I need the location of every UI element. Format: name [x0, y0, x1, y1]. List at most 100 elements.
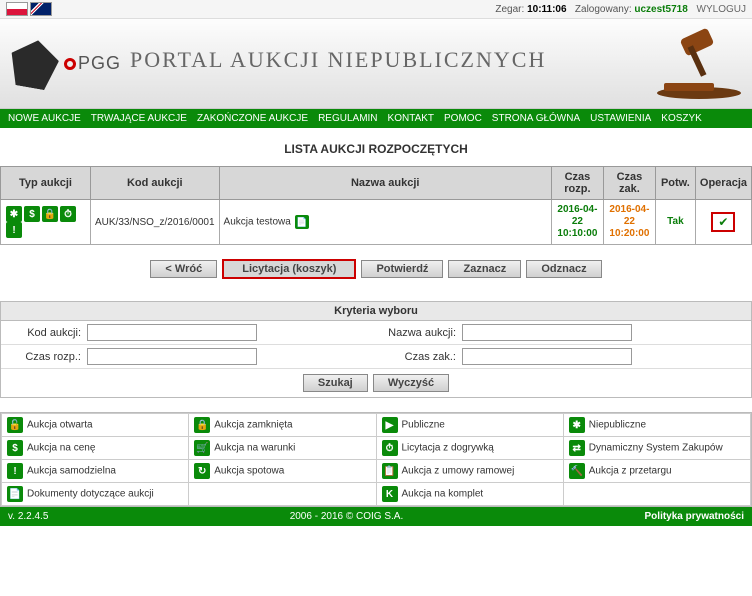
- legend: 🔓Aukcja otwarta🔒Aukcja zamknięta▶Publicz…: [0, 412, 752, 507]
- action-buttons: < Wróć Licytacja (koszyk) Potwierdź Zazn…: [0, 253, 752, 297]
- nav-ustawienia[interactable]: USTAWIENIA: [590, 113, 651, 124]
- col-rozp: Czas rozp.: [551, 167, 603, 200]
- flag-pl-icon[interactable]: [6, 2, 28, 16]
- copyright: 2006 - 2016 © COIG S.A.: [48, 511, 644, 522]
- nazwa-label: Nazwa aukcji:: [382, 327, 462, 339]
- legend-icon: 📋: [382, 463, 398, 479]
- table-header-row: Typ aukcji Kod aukcji Nazwa aukcji Czas …: [1, 167, 752, 200]
- legend-cell: 📋 Aukcja z umowy ramowej: [376, 460, 563, 483]
- legend-icon: 📄: [7, 486, 23, 502]
- type-icon: ⏱: [60, 206, 76, 222]
- clock-label: Zegar:: [495, 4, 524, 15]
- select-checkbox[interactable]: ✔: [711, 212, 735, 232]
- legend-text: Licytacja z dogrywką: [402, 443, 494, 454]
- szukaj-button[interactable]: Szukaj: [303, 374, 368, 392]
- legend-icon: K: [382, 486, 398, 502]
- logout-link[interactable]: WYLOGUJ: [697, 4, 746, 15]
- legend-icon: 🛒: [194, 440, 210, 456]
- legend-text: Aukcja na warunki: [214, 443, 295, 454]
- legend-cell: ⏱ Licytacja z dogrywką: [376, 437, 563, 460]
- odznacz-button[interactable]: Odznacz: [526, 260, 601, 278]
- criteria-box: Kryteria wyboru Kod aukcji: Nazwa aukcji…: [0, 301, 752, 398]
- licytacja-button[interactable]: Licytacja (koszyk): [222, 259, 356, 279]
- col-nazwa: Nazwa aukcji: [219, 167, 551, 200]
- privacy-link[interactable]: Polityka prywatności: [645, 511, 744, 522]
- legend-cell: [189, 483, 376, 506]
- legend-icon: ▶: [382, 417, 398, 433]
- brand-name: PGG: [64, 53, 121, 74]
- zak-input[interactable]: [462, 348, 632, 365]
- cell-potw: Tak: [655, 200, 695, 245]
- cell-op: ✔: [695, 200, 751, 245]
- legend-cell: 📄 Dokumenty dotyczące aukcji: [2, 483, 189, 506]
- type-icon: !: [6, 222, 22, 238]
- legend-cell: ! Aukcja samodzielna: [2, 460, 189, 483]
- cell-type: ✱$🔒⏱!: [1, 200, 91, 245]
- legend-cell: K Aukcja na komplet: [376, 483, 563, 506]
- user-name: uczest5718: [634, 4, 687, 15]
- legend-cell: [563, 483, 750, 506]
- type-icon: $: [24, 206, 40, 222]
- legend-icon: 🔓: [7, 417, 23, 433]
- nav-regulamin[interactable]: REGULAMIN: [318, 113, 377, 124]
- footer: v. 2.2.4.5 2006 - 2016 © COIG S.A. Polit…: [0, 507, 752, 526]
- legend-icon: ⇄: [569, 440, 585, 456]
- back-button[interactable]: < Wróć: [150, 260, 217, 278]
- legend-text: Dokumenty dotyczące aukcji: [27, 489, 154, 500]
- legend-cell: ⇄ Dynamiczny System Zakupów: [563, 437, 750, 460]
- legend-text: Aukcja samodzielna: [27, 466, 116, 477]
- legend-icon: ⏱: [382, 440, 398, 456]
- version: v. 2.2.4.5: [8, 511, 48, 522]
- legend-icon: ✱: [569, 417, 585, 433]
- nav-trwajace[interactable]: TRWAJĄCE AUKCJE: [91, 113, 187, 124]
- nav-nowe[interactable]: NOWE AUKCJE: [8, 113, 81, 124]
- logo-icon: [6, 36, 62, 92]
- cell-rozp: 2016-04-22 10:10:00: [551, 200, 603, 245]
- banner: PGG PORTAL AUKCJI NIEPUBLICZNYCH: [0, 19, 752, 109]
- legend-text: Publiczne: [402, 420, 445, 431]
- main-nav: NOWE AUKCJE TRWAJĄCE AUKCJE ZAKOŃCZONE A…: [0, 109, 752, 128]
- portal-title: PORTAL AUKCJI NIEPUBLICZNYCH: [130, 47, 546, 73]
- criteria-title: Kryteria wyboru: [1, 302, 751, 321]
- page-title: LISTA AUKCJI ROZPOCZĘTYCH: [0, 128, 752, 166]
- legend-cell: ▶ Publiczne: [376, 414, 563, 437]
- zak-label: Czas zak.:: [382, 351, 462, 363]
- col-zak: Czas zak.: [603, 167, 655, 200]
- col-typ: Typ aukcji: [1, 167, 91, 200]
- flag-uk-icon[interactable]: [30, 2, 52, 16]
- legend-text: Aukcja na komplet: [402, 489, 484, 500]
- legend-cell: 🔓 Aukcja otwarta: [2, 414, 189, 437]
- legend-icon: ↻: [194, 463, 210, 479]
- kod-label: Kod aukcji:: [7, 327, 87, 339]
- legend-icon: $: [7, 440, 23, 456]
- nav-zakonczone[interactable]: ZAKOŃCZONE AUKCJE: [197, 113, 308, 124]
- auction-table: Typ aukcji Kod aukcji Nazwa aukcji Czas …: [0, 166, 752, 245]
- kod-input[interactable]: [87, 324, 257, 341]
- nazwa-input[interactable]: [462, 324, 632, 341]
- legend-icon: 🔨: [569, 463, 585, 479]
- zaznacz-button[interactable]: Zaznacz: [448, 260, 521, 278]
- type-icon: ✱: [6, 206, 22, 222]
- col-op: Operacja: [695, 167, 751, 200]
- table-row: ✱$🔒⏱! AUK/33/NSO_z/2016/0001 Aukcja test…: [1, 200, 752, 245]
- doc-icon[interactable]: 📄: [295, 215, 309, 229]
- language-flags: [6, 2, 52, 16]
- nav-strona[interactable]: STRONA GŁÓWNA: [492, 113, 580, 124]
- legend-text: Aukcja z umowy ramowej: [402, 466, 515, 477]
- rozp-input[interactable]: [87, 348, 257, 365]
- nav-pomoc[interactable]: POMOC: [444, 113, 482, 124]
- gavel-icon: [644, 23, 744, 103]
- legend-text: Aukcja na cenę: [27, 443, 95, 454]
- potwierdz-button[interactable]: Potwierdź: [361, 260, 443, 278]
- legend-text: Aukcja spotowa: [214, 466, 284, 477]
- legend-text: Aukcja zamknięta: [214, 420, 292, 431]
- col-potw: Potw.: [655, 167, 695, 200]
- nav-kontakt[interactable]: KONTAKT: [388, 113, 434, 124]
- nav-koszyk[interactable]: KOSZYK: [661, 113, 702, 124]
- legend-cell: ↻ Aukcja spotowa: [189, 460, 376, 483]
- legend-text: Dynamiczny System Zakupów: [589, 443, 723, 454]
- wyczysc-button[interactable]: Wyczyść: [373, 374, 449, 392]
- legend-icon: !: [7, 463, 23, 479]
- legend-text: Aukcja otwarta: [27, 420, 93, 431]
- legend-cell: ✱Niepubliczne: [563, 414, 750, 437]
